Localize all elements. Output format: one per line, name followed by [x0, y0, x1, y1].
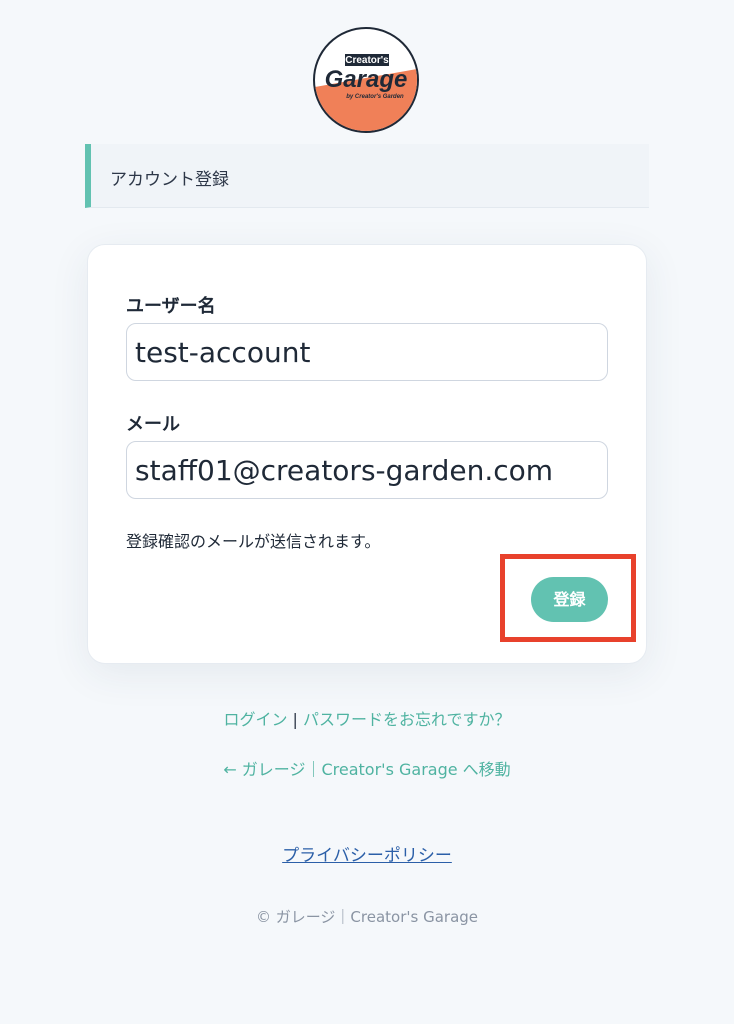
page-title: アカウント登録: [110, 170, 229, 190]
copyright: © ガレージ｜Creator's Garage: [255, 908, 479, 926]
forgot-password-link[interactable]: パスワードをお忘れですか？: [303, 710, 511, 729]
logo-line1: Creator's: [345, 55, 389, 66]
link-separator: |: [287, 710, 304, 729]
auth-links: ログイン | パスワードをお忘れですか？: [0, 706, 734, 730]
username-input[interactable]: test-account: [126, 323, 608, 381]
email-value: staff01@creators-garden.com: [135, 454, 554, 487]
privacy-policy-row: プライバシーポリシー: [0, 841, 734, 866]
email-label: メール: [126, 414, 180, 435]
logo-line3: by Creator's Garden: [346, 94, 404, 100]
login-link[interactable]: ログイン: [223, 710, 287, 729]
privacy-policy-link[interactable]: プライバシーポリシー: [282, 846, 452, 866]
page-header: アカウント登録: [85, 144, 649, 208]
email-input[interactable]: staff01@creators-garden.com: [126, 441, 608, 499]
back-link-row: ← ガレージ｜Creator's Garage へ移動: [0, 756, 734, 780]
logo-graphic: Creator's Garage by Creator's Garden: [315, 54, 417, 131]
creators-garage-logo[interactable]: Creator's Garage by Creator's Garden: [313, 27, 419, 133]
username-label: ユーザー名: [126, 296, 216, 317]
confirmation-note: 登録確認のメールが送信されます。: [126, 532, 381, 551]
highlight-box: [500, 554, 636, 642]
logo-line2: Garage: [325, 66, 408, 93]
registration-page: Creator's Garage by Creator's Garden アカウ…: [0, 0, 734, 1024]
back-to-garage-link[interactable]: ← ガレージ｜Creator's Garage へ移動: [223, 760, 510, 779]
username-value: test-account: [135, 336, 311, 369]
